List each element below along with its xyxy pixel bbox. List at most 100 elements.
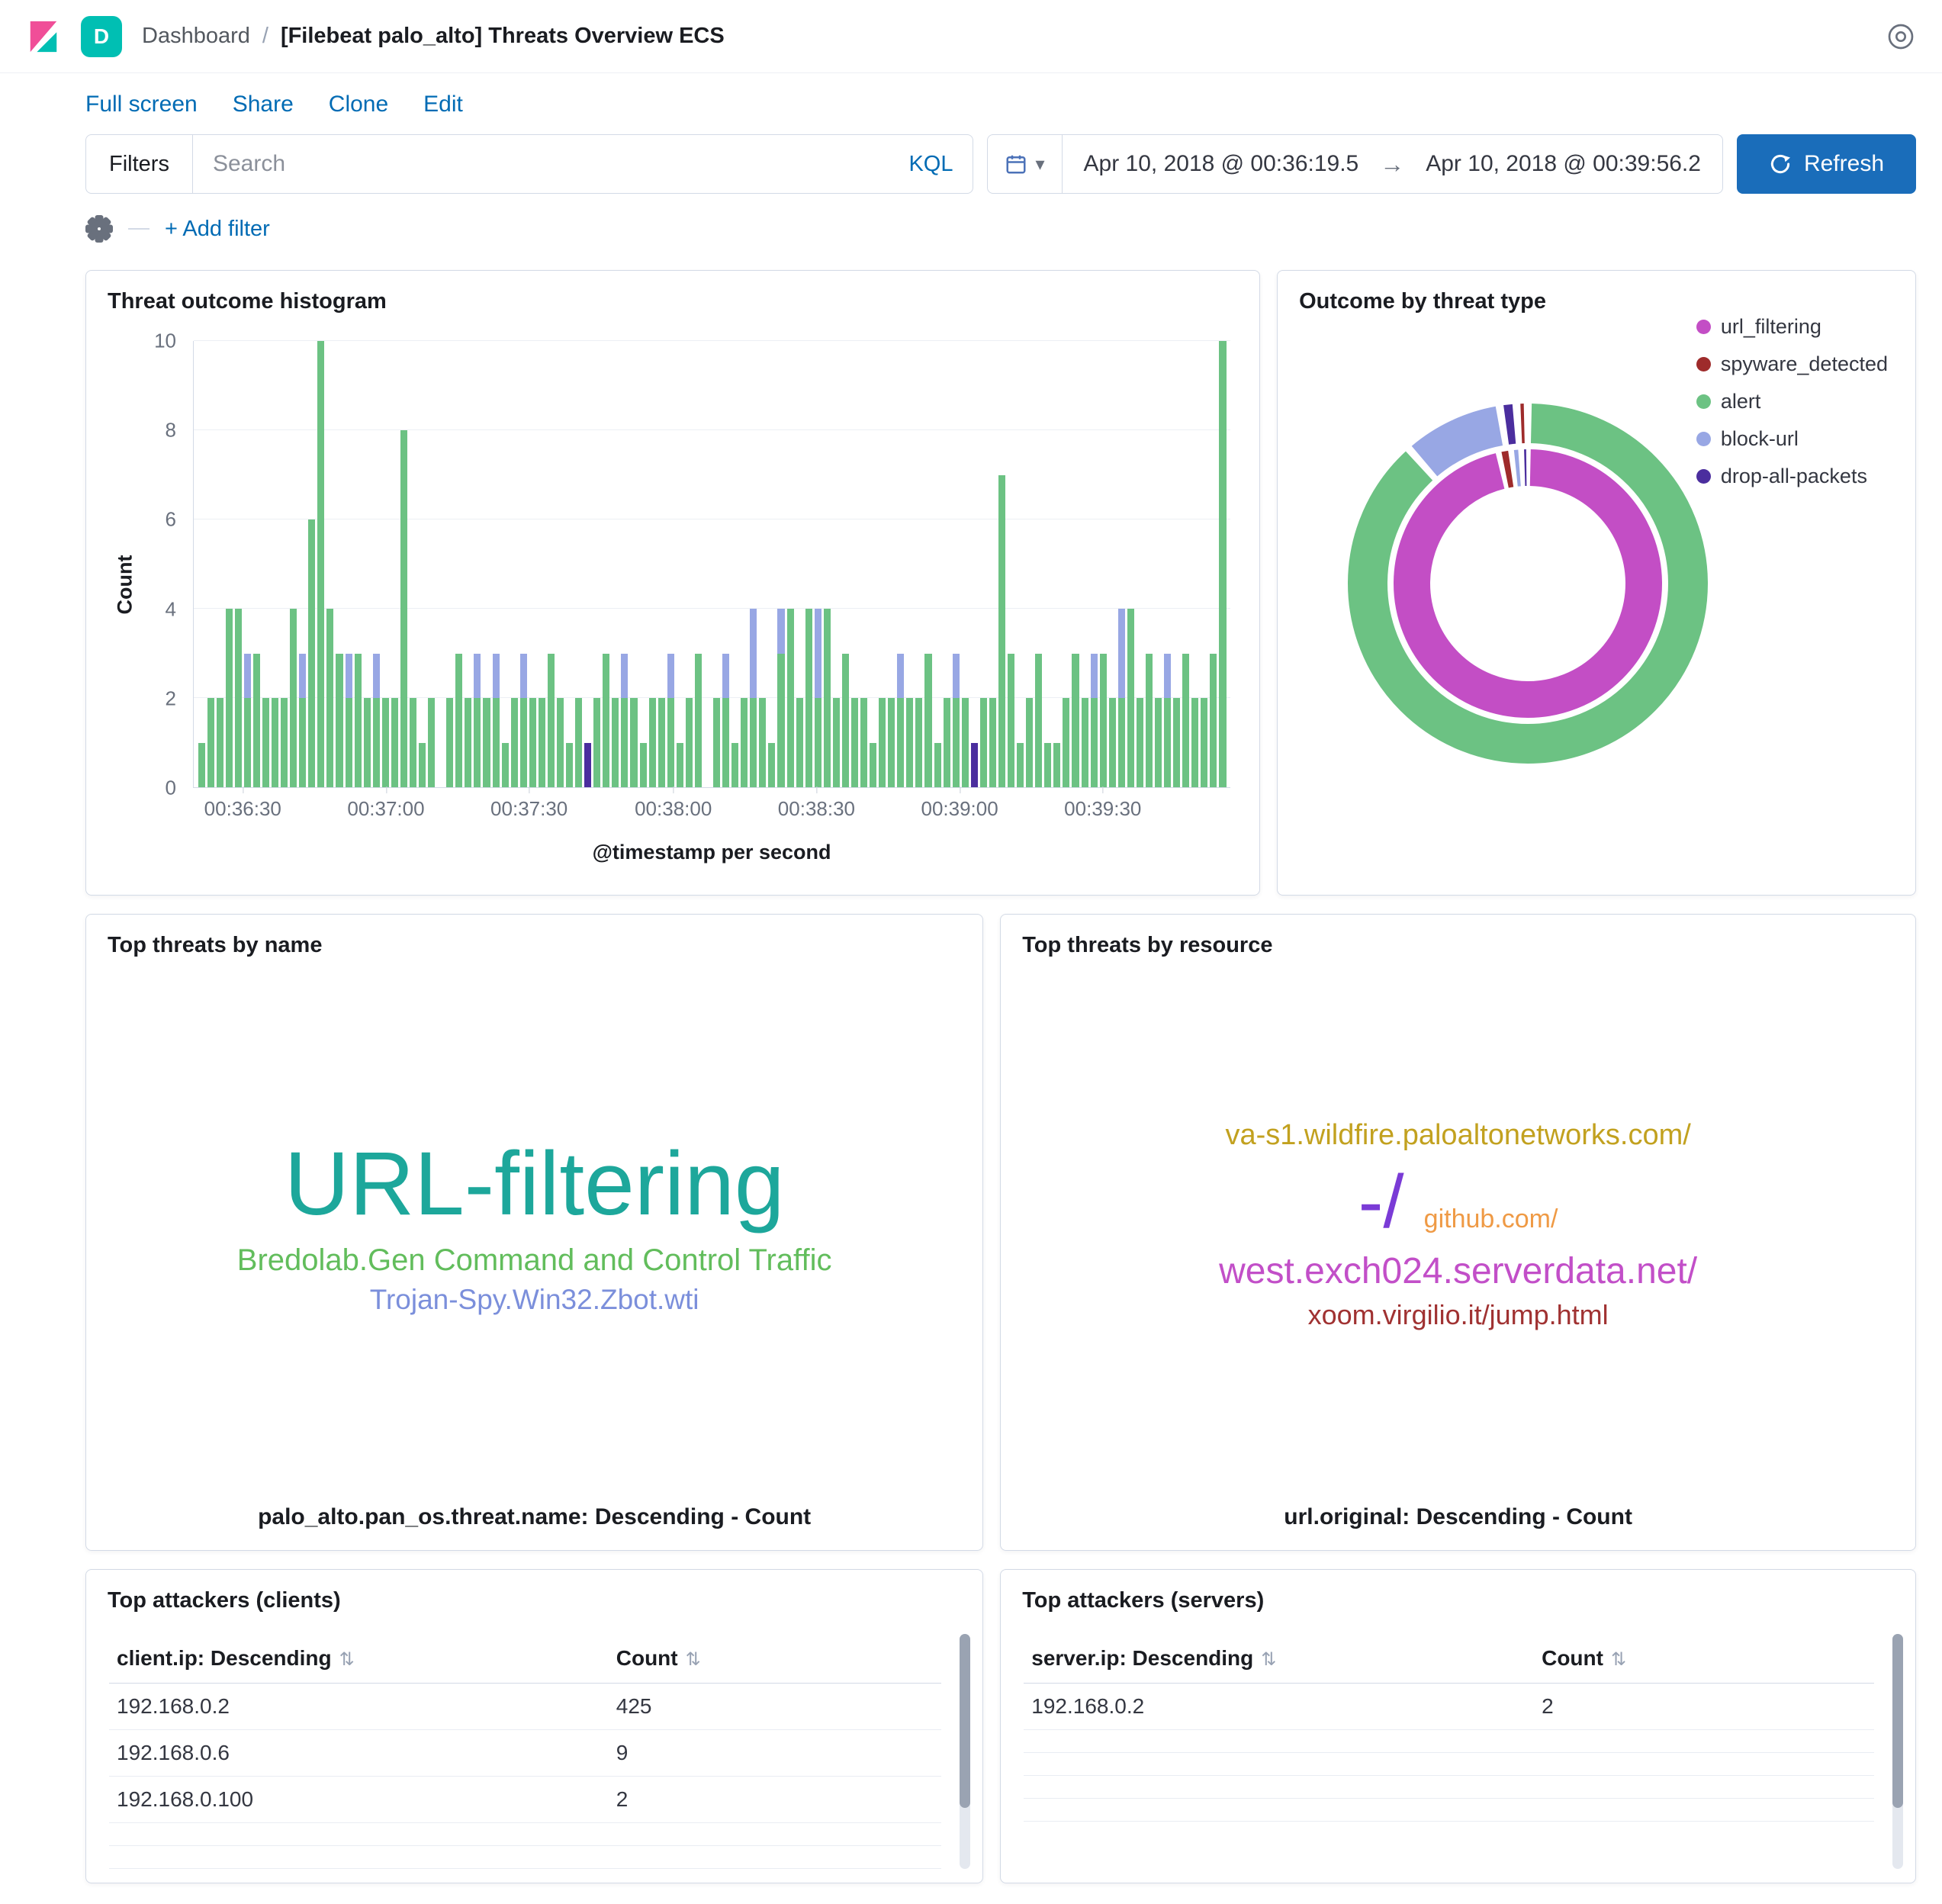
- tagcloud-tag[interactable]: xoom.virgilio.it/jump.html: [1308, 1299, 1609, 1330]
- histogram-bar[interactable]: [897, 341, 904, 787]
- histogram-bars[interactable]: [194, 341, 1230, 787]
- histogram-bar[interactable]: [824, 341, 831, 787]
- histogram-bar[interactable]: [971, 341, 978, 787]
- histogram-bar[interactable]: [373, 341, 380, 787]
- histogram-bar[interactable]: [658, 341, 665, 787]
- histogram-bar[interactable]: [326, 341, 333, 787]
- histogram-bar[interactable]: [1044, 341, 1051, 787]
- histogram-bar[interactable]: [1127, 341, 1134, 787]
- kibana-logo[interactable]: [26, 19, 61, 54]
- tagcloud-tag[interactable]: Bredolab.Gen Command and Control Traffic: [237, 1243, 832, 1278]
- histogram-bar[interactable]: [364, 341, 371, 787]
- histogram-bar[interactable]: [1155, 341, 1162, 787]
- histogram-bar[interactable]: [1063, 341, 1069, 787]
- column-header[interactable]: Count⇅: [1534, 1634, 1874, 1684]
- histogram-bar[interactable]: [1082, 341, 1088, 787]
- histogram-bar[interactable]: [1118, 341, 1125, 787]
- histogram-bar[interactable]: [455, 341, 462, 787]
- histogram-bar[interactable]: [511, 341, 518, 787]
- histogram-bar[interactable]: [998, 341, 1005, 787]
- histogram-bar[interactable]: [1137, 341, 1143, 787]
- histogram-bar[interactable]: [603, 341, 609, 787]
- histogram-bar[interactable]: [906, 341, 913, 787]
- date-picker-toggle[interactable]: ▾: [988, 135, 1062, 193]
- histogram-bar[interactable]: [980, 341, 987, 787]
- histogram-bar[interactable]: [290, 341, 297, 787]
- histogram-bar[interactable]: [410, 341, 416, 787]
- breadcrumb-dashboard[interactable]: Dashboard: [142, 24, 250, 49]
- edit-link[interactable]: Edit: [423, 92, 463, 117]
- histogram-bar[interactable]: [346, 341, 352, 787]
- histogram-bar[interactable]: [649, 341, 656, 787]
- histogram-bar[interactable]: [768, 341, 775, 787]
- column-header[interactable]: Count⇅: [609, 1634, 942, 1684]
- histogram-bar[interactable]: [1026, 341, 1033, 787]
- histogram-bar[interactable]: [870, 341, 876, 787]
- tagcloud-tag[interactable]: va-s1.wildfire.paloaltonetworks.com/: [1225, 1119, 1690, 1153]
- histogram-bar[interactable]: [621, 341, 628, 787]
- column-header[interactable]: server.ip: Descending⇅: [1024, 1634, 1534, 1684]
- histogram-bar[interactable]: [593, 341, 600, 787]
- histogram-bar[interactable]: [686, 341, 693, 787]
- add-filter-link[interactable]: + Add filter: [165, 217, 270, 242]
- histogram-bar[interactable]: [437, 341, 444, 787]
- search-input[interactable]: [193, 135, 889, 193]
- date-to[interactable]: Apr 10, 2018 @ 00:39:56.2: [1404, 151, 1722, 177]
- full-screen-link[interactable]: Full screen: [85, 92, 198, 117]
- histogram-bar[interactable]: [1072, 341, 1079, 787]
- donut-chart[interactable]: [1314, 370, 1741, 797]
- histogram-bar[interactable]: [336, 341, 342, 787]
- column-header[interactable]: client.ip: Descending⇅: [109, 1634, 609, 1684]
- histogram-bar[interactable]: [281, 341, 288, 787]
- histogram-bar[interactable]: [244, 341, 251, 787]
- histogram-bar[interactable]: [796, 341, 803, 787]
- histogram-bar[interactable]: [299, 341, 306, 787]
- histogram-bar[interactable]: [612, 341, 619, 787]
- histogram-bar[interactable]: [235, 341, 242, 787]
- tagcloud-tag[interactable]: -/: [1358, 1159, 1404, 1245]
- histogram-bar[interactable]: [1146, 341, 1153, 787]
- histogram-bar[interactable]: [502, 341, 509, 787]
- histogram-bar[interactable]: [262, 341, 269, 787]
- histogram-bar[interactable]: [1017, 341, 1024, 787]
- kql-button[interactable]: KQL: [889, 152, 973, 177]
- histogram-bar[interactable]: [640, 341, 647, 787]
- histogram-bar[interactable]: [539, 341, 545, 787]
- scrollbar-thumb[interactable]: [1892, 1634, 1903, 1808]
- histogram-bar[interactable]: [308, 341, 315, 787]
- histogram-bar[interactable]: [759, 341, 766, 787]
- help-icon[interactable]: [1886, 21, 1916, 52]
- histogram-bar[interactable]: [391, 341, 398, 787]
- histogram-bar[interactable]: [1173, 341, 1180, 787]
- legend-item[interactable]: alert: [1696, 390, 1888, 413]
- histogram-bar[interactable]: [924, 341, 931, 787]
- histogram-bar[interactable]: [566, 341, 573, 787]
- histogram-bar[interactable]: [1008, 341, 1014, 787]
- histogram-bar[interactable]: [217, 341, 223, 787]
- histogram-bar[interactable]: [777, 341, 784, 787]
- histogram-bar[interactable]: [419, 341, 426, 787]
- histogram-bar[interactable]: [731, 341, 738, 787]
- clone-link[interactable]: Clone: [329, 92, 388, 117]
- histogram-bar[interactable]: [989, 341, 996, 787]
- histogram-bar[interactable]: [520, 341, 527, 787]
- histogram-bar[interactable]: [1109, 341, 1116, 787]
- histogram-bar[interactable]: [400, 341, 407, 787]
- histogram-bar[interactable]: [815, 341, 821, 787]
- histogram-bar[interactable]: [750, 341, 757, 787]
- histogram-bar[interactable]: [207, 341, 214, 787]
- histogram-bar[interactable]: [428, 341, 435, 787]
- histogram-bar[interactable]: [787, 341, 794, 787]
- tagcloud-tag[interactable]: Trojan-Spy.Win32.Zbot.wti: [370, 1284, 699, 1317]
- tagcloud-tag[interactable]: west.exch024.serverdata.net/: [1219, 1250, 1697, 1292]
- histogram-bar[interactable]: [953, 341, 960, 787]
- histogram-bar[interactable]: [272, 341, 278, 787]
- histogram-bar[interactable]: [557, 341, 564, 787]
- histogram-bar[interactable]: [805, 341, 812, 787]
- histogram-bar[interactable]: [493, 341, 500, 787]
- histogram-bar[interactable]: [944, 341, 950, 787]
- histogram-bar[interactable]: [1219, 341, 1226, 787]
- histogram-bar[interactable]: [860, 341, 867, 787]
- histogram-bar[interactable]: [474, 341, 481, 787]
- histogram-bar[interactable]: [915, 341, 922, 787]
